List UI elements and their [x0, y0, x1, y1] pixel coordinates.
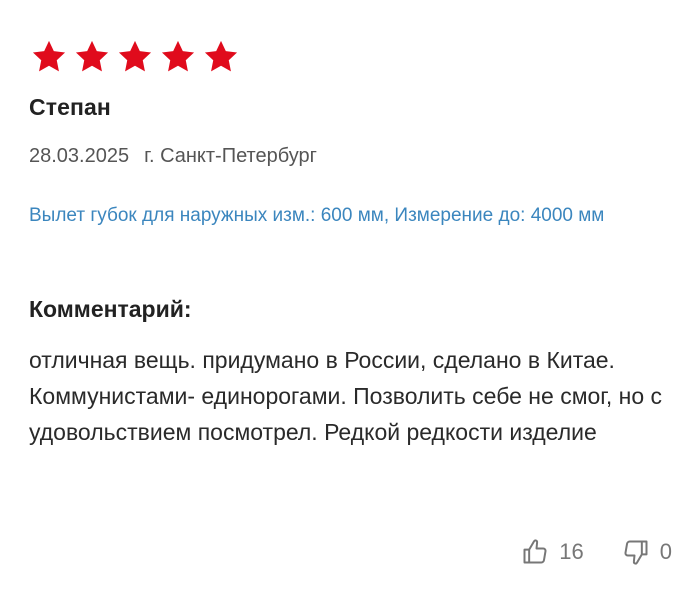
review-date: 28.03.2025 — [29, 145, 130, 167]
comment-label: Комментарий: — [29, 296, 192, 322]
star-icon — [204, 40, 238, 72]
thumbs-up-icon — [523, 539, 547, 564]
review-card: Степан 28.03.2025 г. Санкт-Петербург Выл… — [0, 0, 700, 607]
dislike-button[interactable]: 0 — [622, 538, 672, 566]
star-icon — [118, 40, 152, 72]
like-button[interactable]: 16 — [521, 538, 584, 566]
thumbs-down-icon — [624, 540, 648, 565]
review-meta: 28.03.2025 г. Санкт-Петербург — [29, 145, 317, 168]
review-author: Степан — [29, 94, 111, 120]
rating-stars — [30, 38, 240, 76]
star-icon — [161, 40, 195, 72]
product-attributes: Вылет губок для наружных изм.: 600 мм, И… — [29, 205, 605, 226]
comment-text: отличная вещь. придумано в России, сдела… — [29, 347, 663, 445]
star-icon — [75, 40, 109, 72]
star-icon — [32, 40, 66, 72]
like-count: 16 — [559, 539, 584, 564]
review-city: г. Санкт-Петербург — [144, 145, 317, 167]
vote-controls: 16 0 — [521, 538, 672, 566]
dislike-count: 0 — [659, 539, 672, 564]
